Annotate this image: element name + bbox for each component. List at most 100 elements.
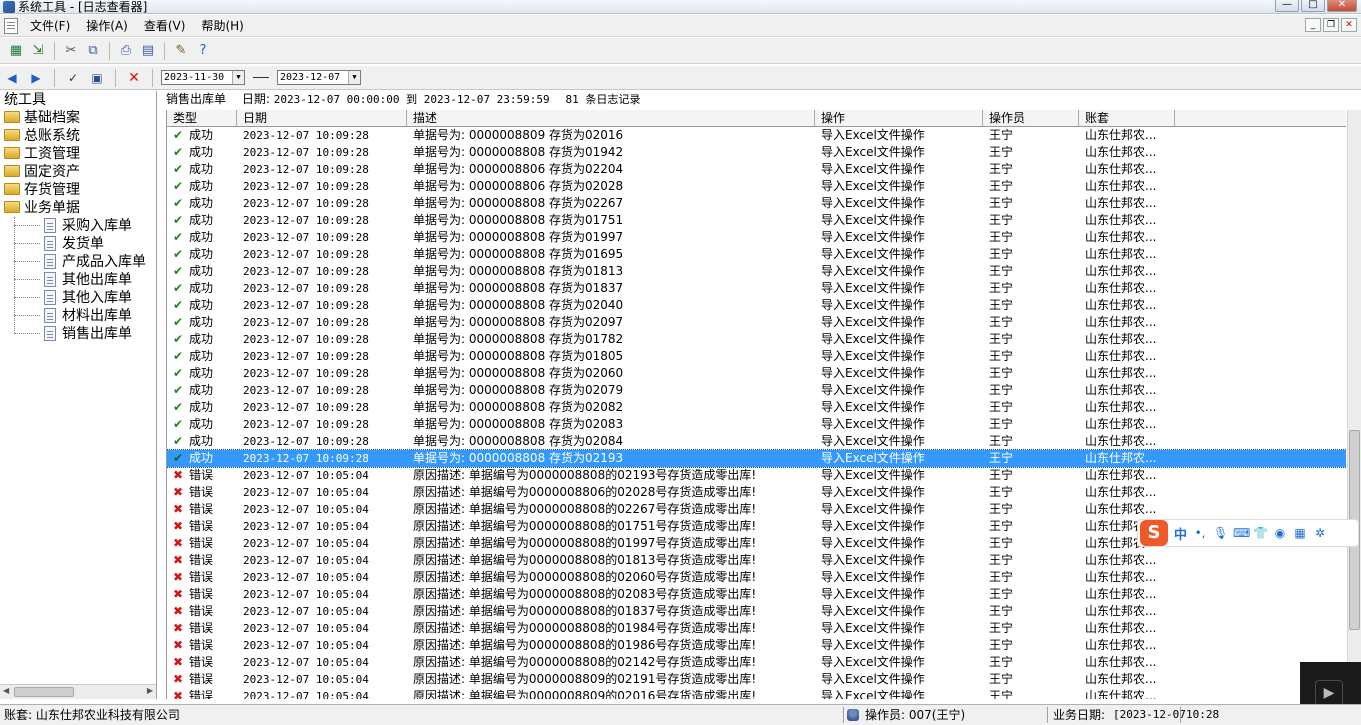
table-row[interactable]: ✔ 成功 2023-12-07 10:09:28 单据号为: 0000008808 存… xyxy=(167,449,1346,468)
table-row[interactable]: ✔ 成功 2023-12-07 10:09:28 单据号为: 0000008808 存… xyxy=(167,348,1346,365)
tree-folder-general-ledger[interactable]: 总账系统 xyxy=(4,126,80,144)
tree-item-other-receipt[interactable]: 其他入库单 xyxy=(44,288,132,306)
table-row[interactable]: ✔ 成功 2023-12-07 10:09:28 单据号为: 0000008808 存… xyxy=(167,365,1346,382)
table-row[interactable]: ✔ 成功 2023-12-07 10:09:28 单据号为: 0000008808 存… xyxy=(167,144,1346,161)
column-header-account[interactable]: 账套 xyxy=(1079,110,1175,127)
scroll-left-icon[interactable]: ◀ xyxy=(3,686,9,695)
document-icon[interactable] xyxy=(4,17,18,34)
menu-file[interactable]: 文件(F) xyxy=(22,15,78,37)
column-header-operation[interactable]: 操作 xyxy=(815,110,983,127)
end-date-picker[interactable]: 2023-12-07 ▼ xyxy=(277,70,361,85)
excel-export-icon[interactable]: ▦ xyxy=(6,41,26,61)
settings-gear-icon[interactable]: ✲ xyxy=(1313,526,1327,540)
tree-folder-payroll[interactable]: 工资管理 xyxy=(4,144,80,162)
tree-item-sales-issue[interactable]: 销售出库单 xyxy=(44,324,132,342)
table-row[interactable]: ✔ 成功 2023-12-07 10:09:28 单据号为: 0000008808 存… xyxy=(167,263,1346,280)
column-header-date[interactable]: 日期 xyxy=(237,110,407,127)
menu-view[interactable]: 查看(V) xyxy=(136,15,194,37)
mdi-minimize-button[interactable]: _ xyxy=(1305,18,1321,32)
table-row[interactable]: ✖ 错误 2023-12-07 10:05:04 原因描述: 单据编号为0000008… xyxy=(167,501,1346,518)
ime-mode-toggle[interactable]: 中 xyxy=(1174,524,1187,543)
table-row[interactable]: ✖ 错误 2023-12-07 10:05:04 原因描述: 单据编号为0000008… xyxy=(167,620,1346,637)
game-controller-icon[interactable]: ◉ xyxy=(1273,526,1287,540)
table-row[interactable]: ✔ 成功 2023-12-07 10:09:28 单据号为: 0000008808 存… xyxy=(167,212,1346,229)
microphone-icon[interactable]: 🎙 xyxy=(1213,526,1228,540)
delete-icon[interactable]: ✕ xyxy=(124,68,144,88)
log-vertical-scrollbar[interactable] xyxy=(1347,110,1361,699)
check-filter-icon[interactable]: ✓ xyxy=(63,68,83,88)
close-button[interactable]: ✕ xyxy=(1327,0,1357,12)
tree-folder-basic-archive[interactable]: 基础档案 xyxy=(4,108,80,126)
tree-horizontal-scrollbar[interactable]: ◀ ▶ xyxy=(0,684,156,699)
tree-folder-fixed-assets[interactable]: 固定资产 xyxy=(4,162,80,180)
tree-item-other-issue[interactable]: 其他出库单 xyxy=(44,270,132,288)
menu-help[interactable]: 帮助(H) xyxy=(193,15,251,37)
table-row[interactable]: ✔ 成功 2023-12-07 10:09:28 单据号为: 0000008806 存… xyxy=(167,161,1346,178)
cell-description: 原因描述: 单据编号为0000008808的02267号存货造成零出库! xyxy=(413,502,757,516)
scroll-thumb[interactable] xyxy=(14,687,74,697)
cell-date: 2023-12-07 10:09:28 xyxy=(243,248,369,261)
help-icon[interactable]: ? xyxy=(193,41,213,61)
tree-folder-inventory[interactable]: 存货管理 xyxy=(4,180,80,198)
column-header-operator[interactable]: 操作员 xyxy=(983,110,1079,127)
table-row[interactable]: ✖ 错误 2023-12-07 10:05:04 原因描述: 单据编号为0000008… xyxy=(167,467,1346,484)
edit-icon[interactable]: ✎ xyxy=(171,41,191,61)
cell-description: 单据号为: 0000008806 存货为02028 xyxy=(413,179,624,193)
table-row[interactable]: ✖ 错误 2023-12-07 10:05:04 原因描述: 单据编号为0000008… xyxy=(167,654,1346,671)
calculator-icon[interactable]: ▤ xyxy=(138,41,158,61)
import-icon[interactable]: ⇲ xyxy=(28,41,48,61)
table-row[interactable]: ✔ 成功 2023-12-07 10:09:28 单据号为: 0000008808 存… xyxy=(167,229,1346,246)
table-row[interactable]: ✖ 错误 2023-12-07 10:05:04 原因描述: 单据编号为0000008… xyxy=(167,484,1346,501)
cell-type: ✔ 成功 xyxy=(167,229,237,246)
table-row[interactable]: ✖ 错误 2023-12-07 10:05:04 原因描述: 单据编号为0000008… xyxy=(167,569,1346,586)
minimize-button[interactable]: — xyxy=(1275,0,1299,12)
table-row[interactable]: ✖ 错误 2023-12-07 10:05:04 原因描述: 单据编号为0000008… xyxy=(167,586,1346,603)
keyboard-icon[interactable]: ⌨ xyxy=(1233,526,1250,540)
tools-icon[interactable]: ✂ xyxy=(61,41,81,61)
table-row[interactable]: ✖ 错误 2023-12-07 10:05:04 原因描述: 单据编号为0000008… xyxy=(167,688,1346,699)
table-row[interactable]: ✔ 成功 2023-12-07 10:09:28 单据号为: 0000008809 存… xyxy=(167,127,1346,144)
table-row[interactable]: ✔ 成功 2023-12-07 10:09:28 单据号为: 0000008808 存… xyxy=(167,382,1346,399)
print-preview-icon[interactable]: ⎙ xyxy=(116,41,136,61)
media-play-icon[interactable]: ▶ xyxy=(1315,680,1343,706)
forward-arrow-icon[interactable]: ▶ xyxy=(26,68,46,88)
table-row[interactable]: ✔ 成功 2023-12-07 10:09:28 单据号为: 0000008808 存… xyxy=(167,297,1346,314)
table-row[interactable]: ✖ 错误 2023-12-07 10:05:04 原因描述: 单据编号为0000008… xyxy=(167,671,1346,688)
skin-shirt-icon[interactable]: 👕 xyxy=(1253,526,1268,540)
table-row[interactable]: ✖ 错误 2023-12-07 10:05:04 原因描述: 单据编号为0000008… xyxy=(167,637,1346,654)
table-row[interactable]: ✔ 成功 2023-12-07 10:09:28 单据号为: 0000008808 存… xyxy=(167,331,1346,348)
chevron-down-icon[interactable]: ▼ xyxy=(348,71,360,84)
column-header-type[interactable]: 类型 xyxy=(167,110,237,127)
mdi-restore-button[interactable]: ❐ xyxy=(1323,18,1339,32)
start-date-picker[interactable]: 2023-11-30 ▼ xyxy=(161,70,245,85)
column-header-description[interactable]: 描述 xyxy=(407,110,815,127)
tree-item-material-issue[interactable]: 材料出库单 xyxy=(44,306,132,324)
table-row[interactable]: ✔ 成功 2023-12-07 10:09:28 单据号为: 0000008808 存… xyxy=(167,433,1346,450)
maximize-button[interactable]: □ xyxy=(1301,0,1325,12)
grid-menu-icon[interactable]: ▦ xyxy=(1293,526,1307,540)
mdi-close-button[interactable]: ✕ xyxy=(1341,18,1357,32)
back-arrow-icon[interactable]: ◀ xyxy=(2,68,22,88)
tree-item-delivery[interactable]: 发货单 xyxy=(44,234,104,252)
table-row[interactable]: ✔ 成功 2023-12-07 10:09:28 单据号为: 0000008806 存… xyxy=(167,178,1346,195)
table-row[interactable]: ✔ 成功 2023-12-07 10:09:28 单据号为: 0000008808 存… xyxy=(167,399,1346,416)
copy-icon[interactable]: ⧉ xyxy=(83,41,103,61)
cell-account: 山东仕邦农... xyxy=(1085,366,1157,380)
table-row[interactable]: ✔ 成功 2023-12-07 10:09:28 单据号为: 0000008808 存… xyxy=(167,280,1346,297)
table-row[interactable]: ✔ 成功 2023-12-07 10:09:28 单据号为: 0000008808 存… xyxy=(167,314,1346,331)
chevron-down-icon[interactable]: ▼ xyxy=(232,71,244,84)
ime-logo[interactable]: S xyxy=(1140,520,1168,546)
table-row[interactable]: ✔ 成功 2023-12-07 10:09:28 单据号为: 0000008808 存… xyxy=(167,416,1346,433)
menu-action[interactable]: 操作(A) xyxy=(78,15,136,37)
table-row[interactable]: ✔ 成功 2023-12-07 10:09:28 单据号为: 0000008808 存… xyxy=(167,195,1346,212)
tree-folder-business-docs[interactable]: 业务单据 xyxy=(4,198,80,216)
cell-type-text: 成功 xyxy=(189,315,214,329)
save-icon[interactable]: ▣ xyxy=(87,68,107,88)
table-row[interactable]: ✖ 错误 2023-12-07 10:05:04 原因描述: 单据编号为0000008… xyxy=(167,603,1346,620)
tree-item-product-receipt[interactable]: 产成品入库单 xyxy=(44,252,146,270)
tree-item-purchase-receipt[interactable]: 采购入库单 xyxy=(44,216,132,234)
punctuation-icon[interactable]: •, xyxy=(1193,526,1207,540)
table-row[interactable]: ✖ 错误 2023-12-07 10:05:04 原因描述: 单据编号为0000008… xyxy=(167,552,1346,569)
table-row[interactable]: ✔ 成功 2023-12-07 10:09:28 单据号为: 0000008808 存… xyxy=(167,246,1346,263)
scroll-right-icon[interactable]: ▶ xyxy=(147,686,153,695)
